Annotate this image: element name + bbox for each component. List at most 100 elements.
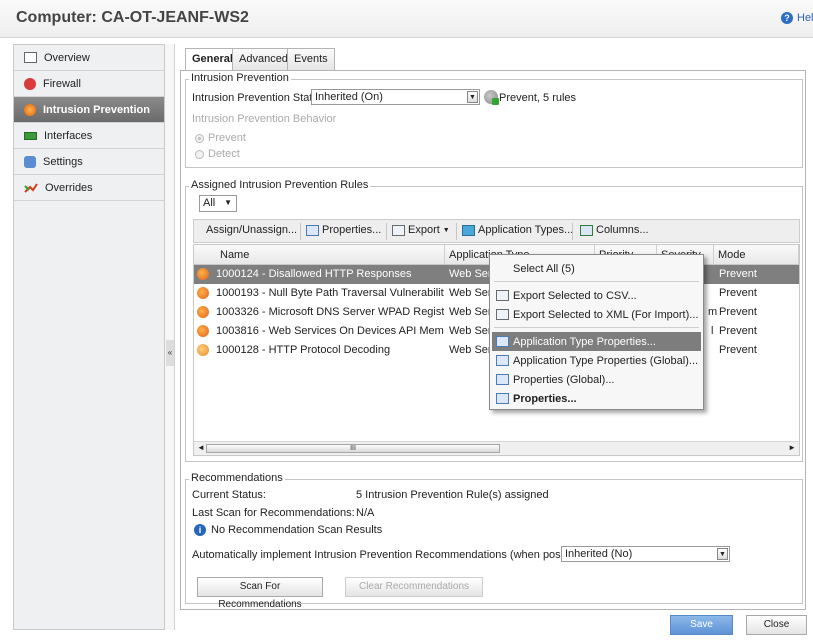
sidebar-item-label: Settings — [43, 155, 83, 168]
rule-name: 1003816 - Web Services On Devices API Me… — [216, 325, 444, 337]
tab-advanced[interactable]: Advanced — [232, 48, 295, 70]
menu-item-select-all[interactable]: Select All (5) — [492, 259, 701, 278]
sidebar-item-firewall[interactable]: Firewall — [14, 71, 164, 97]
scroll-left-arrow-icon[interactable]: ◄ — [197, 443, 205, 452]
context-menu: Select All (5) Export Selected to CSV...… — [489, 254, 704, 410]
properties-icon — [306, 224, 319, 236]
rule-application-type: Web Serv — [449, 268, 489, 280]
prevent-radio-label: Prevent — [208, 132, 246, 144]
chevron-down-icon: ▼ — [717, 548, 728, 560]
scroll-right-arrow-icon[interactable]: ► — [788, 443, 796, 452]
rule-icon — [197, 344, 209, 356]
close-button[interactable]: Close — [746, 615, 807, 635]
state-value: Inherited (On) — [315, 91, 383, 103]
application-types-icon — [462, 224, 475, 236]
sidebar-item-overrides[interactable]: Overrides — [14, 175, 164, 201]
overview-icon — [24, 52, 37, 63]
menu-divider — [494, 281, 699, 282]
column-header-name[interactable]: Name — [194, 245, 445, 265]
menu-item-export-csv[interactable]: Export Selected to CSV... — [492, 286, 701, 305]
export-icon — [496, 290, 509, 301]
shield-status-icon — [484, 90, 499, 105]
rule-mode: Prevent — [719, 287, 757, 299]
menu-item-properties[interactable]: Properties... — [492, 389, 701, 408]
menu-item-label: Export Selected to XML (For Import)... — [513, 308, 699, 321]
current-status-label: Current Status: — [192, 489, 266, 501]
toolbar-divider — [456, 223, 457, 240]
column-header-mode[interactable]: Mode — [714, 245, 799, 265]
intrusion-prevention-icon — [24, 103, 36, 116]
rule-severity: l — [711, 325, 714, 337]
rule-application-type: Web Serv — [449, 325, 489, 337]
state-label: Intrusion Prevention State: — [192, 92, 322, 104]
clear-recommendations-button: Clear Recommendations — [345, 577, 483, 597]
scrollbar-thumb[interactable]: III — [206, 444, 500, 453]
menu-item-application-type-properties-global[interactable]: Application Type Properties (Global)... — [492, 351, 701, 370]
behavior-label: Intrusion Prevention Behavior — [192, 113, 337, 125]
sidebar-item-intrusion-prevention[interactable]: Intrusion Prevention — [14, 97, 164, 123]
state-status-text: Prevent, 5 rules — [499, 92, 577, 104]
help-label: Hel — [797, 12, 813, 24]
sidebar-item-label: Overrides — [45, 181, 93, 194]
sidebar-splitter[interactable] — [165, 44, 175, 630]
export-icon — [496, 309, 509, 320]
columns-label: Columns... — [596, 224, 649, 236]
state-select[interactable]: Inherited (On) ▼ — [311, 89, 480, 105]
group-legend: Recommendations — [189, 472, 285, 484]
rule-icon — [197, 306, 209, 318]
sidebar-item-settings[interactable]: Settings — [14, 149, 164, 175]
properties-icon — [496, 393, 509, 404]
rule-application-type: Web Serv — [449, 344, 489, 356]
menu-item-export-xml[interactable]: Export Selected to XML (For Import)... — [492, 305, 701, 324]
sidebar-item-interfaces[interactable]: Interfaces — [14, 123, 164, 149]
sidebar-item-label: Firewall — [43, 77, 81, 90]
properties-label: Properties... — [322, 224, 382, 236]
save-button[interactable]: Save — [670, 615, 733, 635]
columns-button[interactable]: Columns... — [580, 224, 649, 236]
menu-item-label: Export Selected to CSV... — [513, 289, 637, 302]
horizontal-scrollbar[interactable]: ◄ III ► — [194, 441, 799, 455]
help-icon: ? — [781, 12, 793, 24]
current-status-value: 5 Intrusion Prevention Rule(s) assigned — [356, 489, 549, 501]
title-bar: Computer: CA-OT-JEANF-WS2 ? Hel — [0, 0, 813, 38]
assign-unassign-button[interactable]: Assign/Unassign... — [206, 224, 297, 236]
firewall-icon — [24, 77, 36, 90]
auto-implement-label: Automatically implement Intrusion Preven… — [192, 549, 591, 561]
rule-mode: Prevent — [719, 325, 757, 337]
auto-implement-select[interactable]: Inherited (No) ▼ — [561, 546, 730, 562]
rule-severity: m — [708, 306, 718, 318]
export-icon — [392, 224, 405, 236]
menu-item-label: Application Type Properties... — [513, 335, 656, 348]
export-label: Export — [408, 224, 440, 236]
rule-name: 1000124 - Disallowed HTTP Responses — [216, 268, 412, 280]
menu-divider — [494, 327, 699, 328]
application-types-button[interactable]: Application Types... — [462, 224, 573, 236]
menu-item-properties-global[interactable]: Properties (Global)... — [492, 370, 701, 389]
properties-button[interactable]: Properties... — [306, 224, 381, 236]
rule-icon — [197, 325, 209, 337]
filter-value: All — [203, 197, 216, 209]
filter-select[interactable]: All ▼ — [199, 195, 237, 212]
scan-for-recommendations-button[interactable]: Scan For Recommendations — [197, 577, 323, 610]
sidebar-item-label: Intrusion Prevention — [43, 103, 150, 116]
chevron-down-icon: ▼ — [467, 91, 478, 103]
help-link[interactable]: ? Hel — [781, 12, 813, 24]
collapse-sidebar-button[interactable]: « — [166, 340, 174, 366]
chevron-down-icon: ▼ — [442, 226, 450, 234]
toolbar-divider — [300, 223, 301, 240]
properties-icon — [496, 336, 509, 347]
menu-item-label: Select All (5) — [513, 262, 575, 275]
columns-icon — [580, 224, 593, 236]
prevent-radio — [195, 134, 204, 143]
tab-events[interactable]: Events — [287, 48, 335, 70]
application-types-label: Application Types... — [478, 224, 574, 236]
sidebar-item-label: Overview — [44, 51, 90, 64]
properties-icon — [496, 355, 509, 366]
settings-icon — [24, 155, 36, 168]
sidebar: Overview Firewall Intrusion Prevention I… — [13, 44, 165, 630]
menu-item-application-type-properties[interactable]: Application Type Properties... — [492, 332, 701, 351]
sidebar-item-label: Interfaces — [44, 129, 93, 142]
export-button[interactable]: Export ▼ — [392, 224, 450, 236]
rule-mode: Prevent — [719, 344, 757, 356]
sidebar-item-overview[interactable]: Overview — [14, 45, 164, 71]
